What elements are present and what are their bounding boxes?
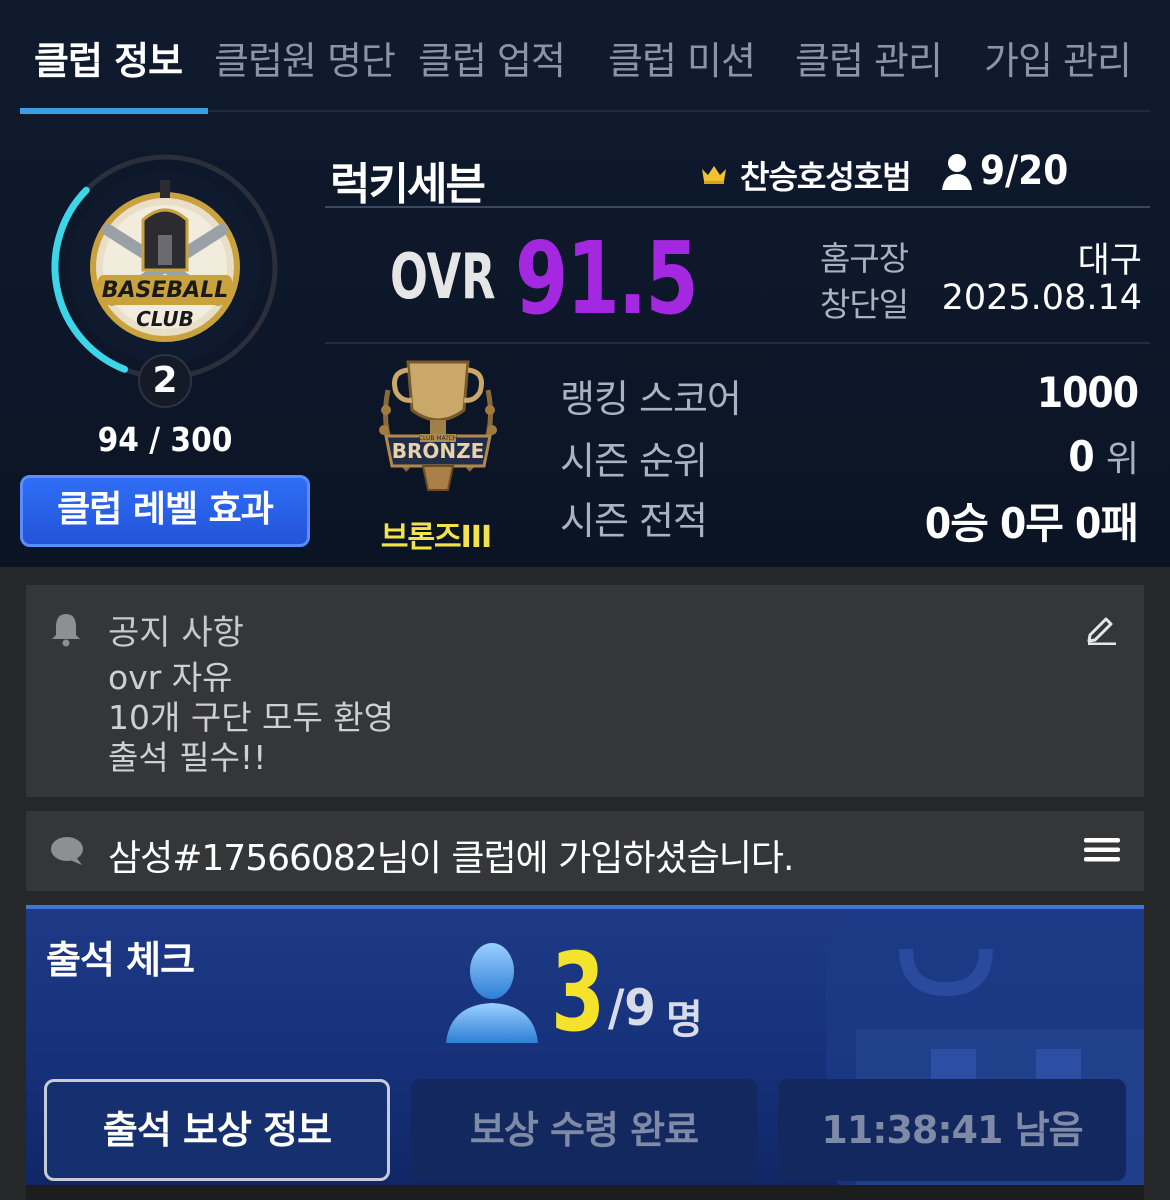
crown-icon [702, 166, 726, 184]
member-count: 9/20 [980, 148, 1069, 194]
founded-value: 2025.08.14 [941, 278, 1142, 318]
tab-club-missions[interactable]: 클럽 미션 [608, 30, 756, 85]
tab-club-info[interactable]: 클럽 정보 [34, 30, 183, 85]
tab-club-management[interactable]: 클럽 관리 [795, 30, 943, 85]
emblem-text-club: CLUB [136, 307, 194, 331]
tier-name: 브론즈III [380, 520, 492, 555]
founded-label: 창단일 [820, 285, 909, 324]
attendance-count: 3 [551, 931, 606, 1056]
notice-title: 공지 사항 [108, 613, 244, 653]
user-avatar-icon [446, 943, 538, 1043]
attendance-panel: 출석 체크 3 /9 명 출석 보상 정보 보상 수령 완료 11:38:41 … [26, 905, 1144, 1185]
home-stadium-value: 대구 [1077, 241, 1142, 281]
reward-claimed-button[interactable]: 보상 수령 완료 [411, 1079, 757, 1181]
bell-icon [52, 614, 80, 647]
tab-club-members[interactable]: 클럽원 명단 [214, 30, 396, 85]
divider [325, 206, 1150, 208]
chat-bar[interactable]: 삼성#17566082님이 클럽에 가입하셨습니다. [26, 811, 1144, 891]
club-emblem[interactable]: BASEBALL CLUB [48, 150, 282, 384]
menu-icon[interactable] [1084, 835, 1120, 865]
club-name: 럭키세븐 [330, 159, 486, 210]
notice-panel: 공지 사항 ovr 자유 10개 구단 모두 환영 출석 필수!! [26, 585, 1144, 797]
chat-bubble-icon [51, 837, 83, 865]
tab-bar: 클럽 정보 클럽원 명단 클럽 업적 클럽 미션 클럽 관리 가입 관리 [20, 0, 1150, 114]
trophy-text: BRONZE [392, 439, 485, 463]
season-rank-unit: 위 [1105, 439, 1139, 480]
tab-join-management[interactable]: 가입 관리 [984, 30, 1132, 85]
bronze-trophy-icon: CLUB MATCH BRONZE [379, 360, 497, 491]
season-rank-value: 0 [1068, 432, 1094, 481]
club-leader: 찬승호성호범 [740, 158, 912, 196]
ranking-score-label: 랭킹 스코어 [560, 377, 742, 421]
divider [325, 342, 1150, 344]
club-exp: 94 / 300 [97, 420, 233, 459]
notice-line: 출석 필수!! [108, 738, 267, 777]
club-info-panel: 클럽 정보 클럽원 명단 클럽 업적 클럽 미션 클럽 관리 가입 관리 BAS… [0, 0, 1170, 567]
club-level-badge: 2 [138, 354, 192, 408]
attendance-reward-info-button[interactable]: 출석 보상 정보 [44, 1079, 390, 1181]
season-rank: 0 위 [1068, 430, 1139, 482]
season-record-value: 0승 0무 0패 [924, 499, 1139, 548]
attendance-unit: 명 [666, 997, 703, 1043]
club-level-effect-button[interactable]: 클럽 레벨 효과 [20, 475, 310, 547]
tab-club-achievements[interactable]: 클럽 업적 [418, 30, 566, 85]
chat-message: 삼성#17566082님이 클럽에 가입하셨습니다. [108, 838, 794, 879]
ranking-score-value: 1000 [1036, 368, 1139, 417]
season-record-label: 시즌 전적 [560, 499, 708, 543]
ovr-value: 91.5 [515, 220, 699, 337]
person-icon [942, 154, 972, 190]
bottom-strip [26, 1185, 1144, 1200]
season-rank-label: 시즌 순위 [560, 439, 708, 483]
time-remaining-button[interactable]: 11:38:41 남음 [778, 1079, 1126, 1181]
attendance-title: 출석 체크 [46, 938, 195, 982]
emblem-text-baseball: BASEBALL [102, 278, 229, 303]
attendance-total: /9 [608, 979, 656, 1037]
edit-icon[interactable] [1084, 611, 1118, 645]
home-stadium-label: 홈구장 [820, 239, 909, 278]
active-tab-indicator [20, 108, 208, 114]
ovr-label: OVR [390, 240, 496, 313]
